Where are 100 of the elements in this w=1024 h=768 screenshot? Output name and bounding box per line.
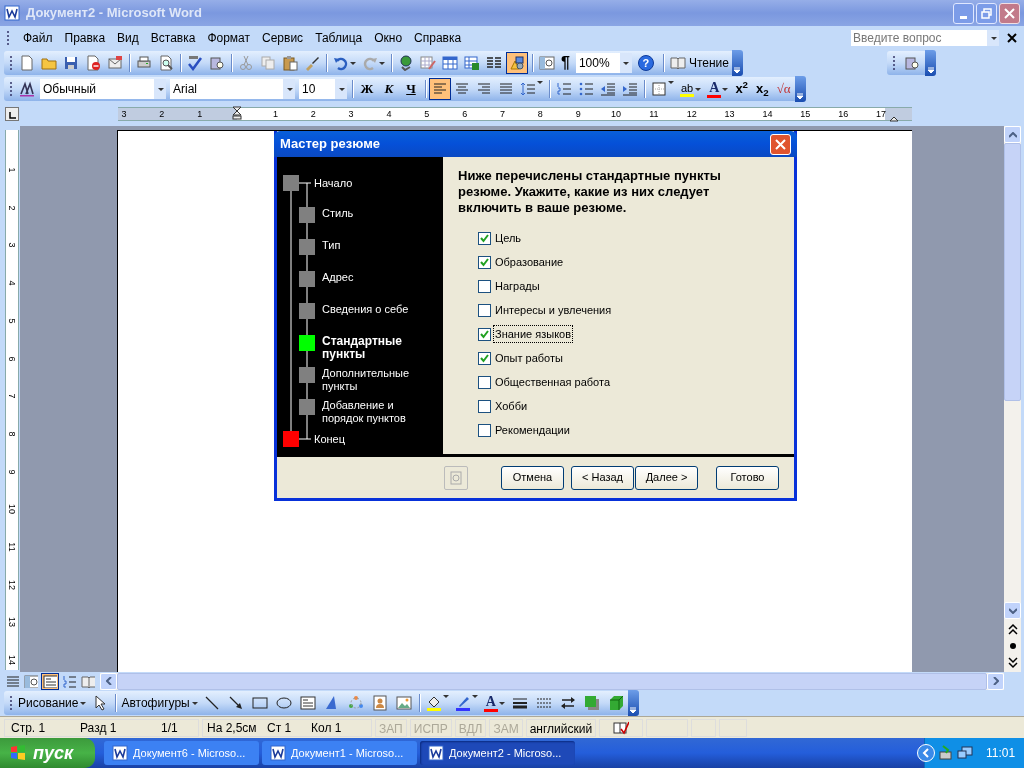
scroll-right-icon[interactable] — [992, 677, 999, 685]
section-checkbox[interactable]: Награды — [478, 277, 541, 295]
font-size-combo[interactable]: 10 — [299, 79, 347, 99]
toolbar-options-button[interactable] — [925, 50, 936, 76]
toolbar-options-button[interactable] — [627, 690, 639, 716]
insert-table-icon[interactable] — [442, 55, 458, 71]
shadow-icon[interactable] — [583, 695, 600, 711]
scroll-down-icon[interactable] — [1008, 607, 1017, 614]
subscript-icon[interactable]: x$_{2}$ — [756, 79, 769, 99]
bold-button[interactable]: Ж — [356, 79, 378, 99]
spelling-status-icon[interactable] — [613, 719, 630, 736]
menu-item[interactable]: Окно — [368, 29, 409, 47]
menu-item[interactable]: Файл — [17, 29, 59, 47]
dash-style-icon[interactable] — [535, 695, 552, 711]
pilcrow-icon[interactable]: ¶ — [561, 54, 570, 72]
autoshapes-menu-button[interactable]: Автофигуры — [119, 694, 200, 712]
taskbar-button[interactable]: Документ1 - Microso... — [262, 741, 417, 765]
fill-color-icon[interactable] — [425, 695, 442, 711]
indent-marker-icon[interactable] — [232, 106, 242, 120]
section-checkbox[interactable]: Опыт работы — [478, 349, 564, 367]
menu-item[interactable]: Сервис — [256, 29, 310, 47]
tab-selector-button[interactable] — [5, 107, 19, 121]
print-icon[interactable] — [136, 55, 152, 71]
line-spacing-dropdown-icon[interactable] — [537, 81, 543, 84]
borders-icon[interactable] — [651, 81, 667, 97]
menu-item[interactable]: Правка — [58, 29, 112, 47]
taskbar-button[interactable]: Документ6 - Microso... — [104, 741, 259, 765]
horizontal-ruler[interactable]: 3 2 1 1 2 3 4 5 6 7 8 9 10 11 12 13 14 15 16 17 — [118, 107, 912, 121]
equation-icon[interactable]: √α — [776, 79, 791, 99]
line-spacing-icon[interactable] — [520, 81, 536, 97]
line-color-icon[interactable] — [454, 695, 471, 711]
research-icon[interactable] — [209, 55, 225, 71]
text-box-icon[interactable] — [299, 695, 316, 711]
italic-button[interactable]: К — [378, 79, 400, 99]
reading-button[interactable]: Чтение — [666, 52, 732, 74]
redo-dropdown-icon[interactable] — [379, 61, 385, 65]
menu-item[interactable]: Справка — [408, 29, 468, 47]
drawing-toggle-button[interactable] — [506, 52, 528, 74]
restore-button[interactable] — [976, 2, 997, 24]
insert-spreadsheet-icon[interactable] — [464, 55, 480, 71]
line-style-icon[interactable] — [511, 695, 528, 711]
font-color-dropdown-icon[interactable] — [498, 701, 505, 705]
close-icon[interactable] — [1006, 32, 1018, 44]
toolbar-options-button[interactable] — [731, 50, 743, 76]
menu-item[interactable]: Формат — [201, 29, 257, 47]
section-checkbox[interactable]: Образование — [478, 253, 565, 271]
wizard-button[interactable]: Далее > — [635, 465, 698, 490]
wizard-button[interactable]: Отмена — [501, 465, 564, 490]
taskbar-button[interactable]: Документ2 - Microso... — [420, 741, 575, 765]
bulleted-list-icon[interactable] — [578, 81, 594, 97]
open-folder-icon[interactable] — [41, 55, 57, 71]
web-view-button[interactable] — [22, 672, 40, 690]
zoom-dropdown-icon[interactable] — [623, 61, 630, 65]
fill-color-dropdown-icon[interactable] — [442, 695, 449, 698]
vertical-scrollbar[interactable] — [1004, 126, 1021, 672]
font-combo[interactable]: Arial — [170, 79, 295, 99]
font-size-combo-dropdown-icon[interactable] — [338, 87, 345, 91]
decrease-indent-icon[interactable] — [600, 81, 616, 97]
line-icon[interactable] — [203, 695, 220, 711]
permission-icon[interactable] — [85, 55, 101, 71]
highlight-dropdown-icon[interactable] — [695, 87, 702, 91]
show-hidden-icons-button[interactable] — [917, 744, 935, 762]
menu-item[interactable]: Вид — [111, 29, 145, 47]
tables-borders-icon[interactable] — [420, 55, 436, 71]
align-left-button[interactable] — [429, 78, 451, 100]
undo-icon[interactable] — [333, 55, 349, 71]
language-status[interactable]: английский — [525, 718, 597, 737]
clip-art-icon[interactable] — [371, 695, 388, 711]
network-icon[interactable] — [957, 745, 973, 761]
help-search-field[interactable]: Введите вопрос — [850, 29, 1000, 47]
menu-item[interactable]: Вставка — [144, 29, 202, 47]
print-preview-icon[interactable] — [158, 55, 174, 71]
minimize-button[interactable] — [953, 2, 974, 24]
hyperlink-icon[interactable] — [398, 55, 414, 71]
zoom-combo[interactable]: 100% — [575, 53, 632, 73]
undo-dropdown-icon[interactable] — [350, 61, 356, 65]
section-checkbox[interactable]: Общественная работа — [478, 373, 611, 391]
help-search-dropdown-icon[interactable] — [990, 36, 997, 40]
scroll-up-icon[interactable] — [1008, 131, 1017, 138]
paste-icon[interactable] — [282, 55, 298, 71]
borders-dropdown-icon[interactable] — [668, 81, 674, 84]
picture-icon[interactable] — [395, 695, 412, 711]
rectangle-icon[interactable] — [251, 695, 268, 711]
drawing-menu-button[interactable]: Рисование — [16, 694, 89, 712]
arrow-icon[interactable] — [227, 695, 244, 711]
ellipse-icon[interactable] — [275, 695, 292, 711]
styles-icon[interactable] — [19, 81, 35, 97]
style-combo[interactable]: Обычный — [40, 79, 166, 99]
font-combo-dropdown-icon[interactable] — [286, 87, 293, 91]
print-layout-button[interactable] — [41, 672, 59, 690]
new-document-icon[interactable] — [19, 55, 35, 71]
3d-icon[interactable] — [607, 695, 624, 711]
section-checkbox[interactable]: Знание языков — [478, 325, 573, 343]
arrow-style-icon[interactable] — [559, 695, 576, 711]
increase-indent-icon[interactable] — [622, 81, 638, 97]
section-checkbox[interactable]: Хобби — [478, 397, 529, 415]
superscript-icon[interactable]: x$^{2}$ — [735, 79, 749, 99]
wizard-button[interactable]: Готово — [716, 465, 779, 490]
numbered-list-icon[interactable] — [556, 81, 572, 97]
font-color-dropdown-icon[interactable] — [722, 87, 729, 91]
